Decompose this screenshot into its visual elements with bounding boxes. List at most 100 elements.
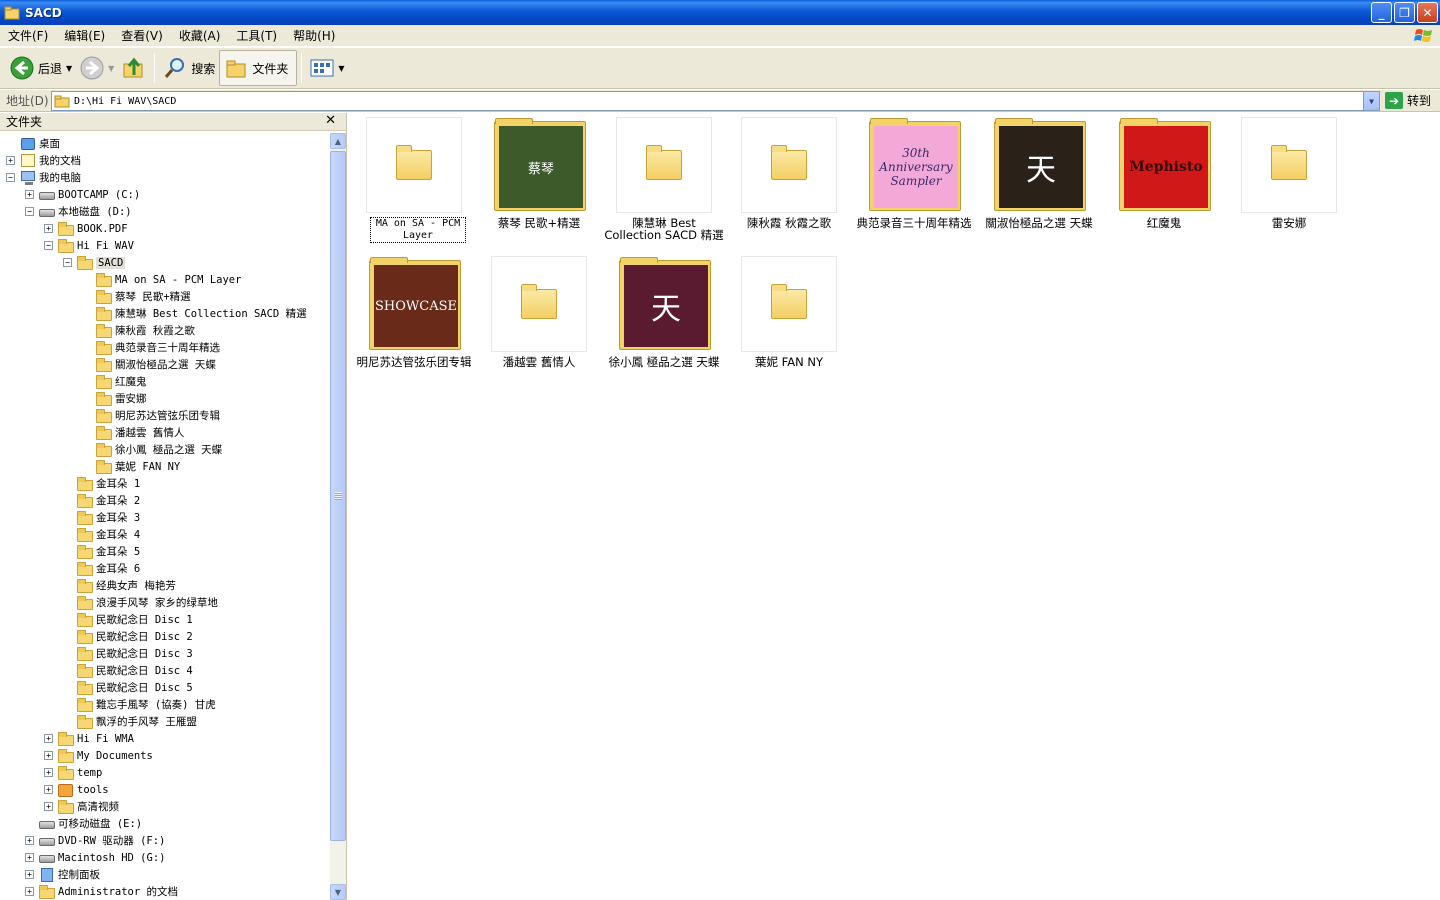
tree-item[interactable]: − Hi Fi WAV (44, 237, 134, 254)
tree-item[interactable]: 蔡琴 民歌+精選 (82, 288, 191, 305)
thumbnail-item[interactable]: Mephisto 红魔鬼 (1102, 117, 1226, 252)
tree-item[interactable]: 民歌紀念日 Disc 4 (63, 662, 193, 679)
menu-edit[interactable]: 编辑(E) (56, 25, 113, 47)
thumbnail-item[interactable]: 潘越雲 舊情人 (477, 256, 601, 391)
collapse-icon[interactable]: − (44, 241, 53, 250)
tree-item[interactable]: 徐小鳳 極品之選 天蝶 (82, 441, 222, 458)
thumbnail-item[interactable]: 天關淑怡極品之選 天蝶 (977, 117, 1101, 252)
views-dropdown-icon[interactable]: ▼ (338, 64, 344, 73)
menu-view[interactable]: 查看(V) (113, 25, 171, 47)
tree-item[interactable]: 雷安娜 (82, 390, 147, 407)
search-button[interactable]: 搜索 (159, 50, 219, 86)
thumbnail-item[interactable]: 30th Anniversary Sampler 典范录音三十周年精选 (852, 117, 976, 252)
collapse-icon[interactable]: − (25, 207, 34, 216)
tree-item[interactable]: + temp (44, 764, 102, 781)
tree-item[interactable]: + 我的文档 (6, 152, 81, 169)
forward-button[interactable]: ▼ (76, 50, 118, 86)
tree-item[interactable]: 民歌紀念日 Disc 1 (63, 611, 193, 628)
tree-item[interactable]: 典范录音三十周年精选 (82, 339, 220, 356)
tree-item[interactable]: 民歌紀念日 Disc 3 (63, 645, 193, 662)
expand-icon[interactable]: + (25, 853, 34, 862)
expand-icon[interactable]: + (44, 785, 53, 794)
tree-item[interactable]: 红魔鬼 (82, 373, 147, 390)
tree-item[interactable]: 關淑怡極品之選 天蝶 (82, 356, 216, 373)
expand-icon[interactable]: + (25, 190, 34, 199)
tree-item[interactable]: 葉妮 FAN NY (82, 458, 180, 475)
expand-icon[interactable]: + (44, 768, 53, 777)
tree-item[interactable]: 金耳朵 5 (63, 543, 140, 560)
collapse-icon[interactable]: − (6, 173, 15, 182)
back-dropdown-icon[interactable]: ▼ (66, 64, 72, 73)
expand-icon[interactable]: + (25, 887, 34, 896)
tree-item[interactable]: 桌面 (6, 135, 60, 152)
expand-icon[interactable]: + (44, 802, 53, 811)
maximize-button[interactable]: ❐ (1394, 2, 1415, 23)
tree-item[interactable]: 民歌紀念日 Disc 2 (63, 628, 193, 645)
tree-item[interactable]: 陳秋霞 秋霞之歌 (82, 322, 195, 339)
tree-item[interactable]: 金耳朵 2 (63, 492, 140, 509)
thumbnail-item[interactable]: MA on SA - PCM Layer (352, 117, 476, 252)
collapse-icon[interactable]: − (63, 258, 72, 267)
up-folder-button[interactable] (118, 50, 150, 86)
scroll-down-icon[interactable]: ▼ (330, 884, 346, 900)
menu-file[interactable]: 文件(F) (0, 25, 56, 47)
tree-item[interactable]: 可移动磁盘 (E:) (25, 815, 142, 832)
tree-item[interactable]: + Hi Fi WMA (44, 730, 134, 747)
go-button[interactable]: ➔ 转到 (1385, 92, 1431, 109)
expand-icon[interactable]: + (25, 836, 34, 845)
thumbnail-item[interactable]: 陳慧琳 Best Collection SACD 精選 (602, 117, 726, 252)
expand-icon[interactable]: + (44, 224, 53, 233)
thumbnail-item[interactable]: 雷安娜 (1227, 117, 1351, 252)
tree-item[interactable]: + 控制面板 (25, 866, 100, 883)
forward-dropdown-icon[interactable]: ▼ (108, 64, 114, 73)
folder-pane-scrollbar[interactable]: ▲ ▼ (330, 133, 346, 900)
tree-item[interactable]: MA on SA - PCM Layer (82, 271, 241, 288)
tree-item[interactable]: + DVD-RW 驱动器 (F:) (25, 832, 165, 849)
tree-item[interactable]: − 我的电脑 (6, 169, 81, 186)
tree-item[interactable]: 民歌紀念日 Disc 5 (63, 679, 193, 696)
thumbnail-item[interactable]: 天徐小鳳 極品之選 天蝶 (602, 256, 726, 391)
scroll-thumb[interactable] (330, 151, 346, 841)
address-dropdown-icon[interactable]: ▼ (1363, 92, 1379, 110)
thumbnail-item[interactable]: SHOWCASE 明尼苏达管弦乐团专辑 (352, 256, 476, 391)
tree-item[interactable]: + tools (44, 781, 109, 798)
tree-item[interactable]: + Macintosh HD (G:) (25, 849, 165, 866)
address-input[interactable]: D:\Hi Fi WAV\SACD ▼ (51, 91, 1380, 111)
scroll-up-icon[interactable]: ▲ (330, 133, 346, 149)
tree-item[interactable]: − SACD (63, 254, 126, 271)
tree-item[interactable]: + Administrator 的文档 (25, 883, 178, 900)
thumbnail-item[interactable]: 陳秋霞 秋霞之歌 (727, 117, 851, 252)
folders-button[interactable]: 文件夹 (219, 50, 298, 86)
tree-item[interactable]: 金耳朵 3 (63, 509, 140, 526)
close-button[interactable]: ✕ (1417, 2, 1438, 23)
tree-item[interactable]: 難忘手風琴 (協奏) 甘虎 (63, 696, 216, 713)
tree-item[interactable]: + 高清视频 (44, 798, 119, 815)
tree-item[interactable]: − 本地磁盘 (D:) (25, 203, 132, 220)
tree-item[interactable]: 浪漫手风琴 家乡的绿草地 (63, 594, 218, 611)
menu-tools[interactable]: 工具(T) (228, 25, 285, 47)
tree-item[interactable]: 飘浮的手风琴 王雁盟 (63, 713, 197, 730)
title-bar[interactable]: SACD _ ❐ ✕ (0, 0, 1440, 25)
tree-item[interactable]: 潘越雲 舊情人 (82, 424, 184, 441)
tree-item[interactable]: + My Documents (44, 747, 153, 764)
thumbnail-item[interactable]: 葉妮 FAN NY (727, 256, 851, 391)
expand-icon[interactable]: + (6, 156, 15, 165)
tree-item[interactable]: 金耳朵 6 (63, 560, 140, 577)
expand-icon[interactable]: + (44, 751, 53, 760)
expand-icon[interactable]: + (25, 870, 34, 879)
tree-item[interactable]: 经典女声 梅艳芳 (63, 577, 176, 594)
menu-help[interactable]: 帮助(H) (285, 25, 343, 47)
tree-item[interactable]: + BOOTCAMP (C:) (25, 186, 140, 203)
tree-item[interactable]: 陳慧琳 Best Collection SACD 精選 (82, 305, 307, 322)
tree-item[interactable]: 金耳朵 4 (63, 526, 140, 543)
expand-icon[interactable]: + (44, 734, 53, 743)
thumbnail-item[interactable]: 蔡琴 蔡琴 民歌+精選 (477, 117, 601, 252)
tree-item[interactable]: 金耳朵 1 (63, 475, 140, 492)
tree-item[interactable]: 明尼苏达管弦乐团专辑 (82, 407, 220, 424)
back-button[interactable]: 后退 ▼ (6, 50, 76, 86)
minimize-button[interactable]: _ (1371, 2, 1392, 23)
views-button[interactable]: ▼ (306, 50, 348, 86)
menu-favorites[interactable]: 收藏(A) (171, 25, 229, 47)
tree-item[interactable]: + BOOK.PDF (44, 220, 128, 237)
close-pane-icon[interactable]: ✕ (325, 113, 336, 128)
